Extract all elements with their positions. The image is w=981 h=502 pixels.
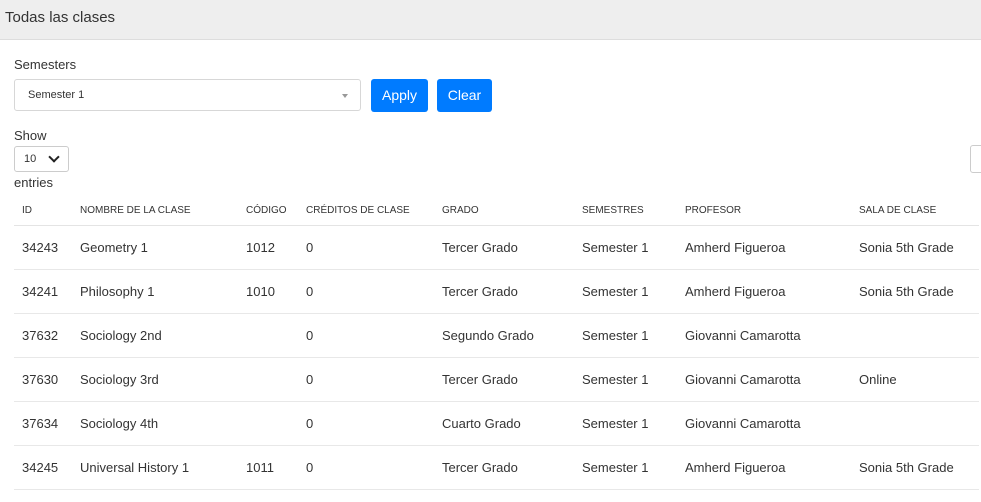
cell-grade: Segundo Grado — [434, 313, 574, 358]
column-header-teacher[interactable]: PROFESOR — [677, 196, 851, 226]
cell-room: Sonia 5th Grade — [851, 225, 979, 270]
page-title: Todas las clases — [5, 9, 116, 26]
cell-name: Sociology 4th — [72, 401, 238, 446]
cell-semester: Semester 1 — [574, 269, 677, 314]
table-row[interactable]: 34245 Universal History 1 1011 0 Tercer … — [14, 445, 979, 490]
cell-credits: 0 — [298, 357, 434, 402]
cell-id: 34243 — [14, 225, 72, 270]
table-row[interactable]: 34241 Philosophy 1 1010 0 Tercer Grado S… — [14, 269, 979, 314]
cell-semester: Semester 1 — [574, 401, 677, 446]
cell-code: 1010 — [238, 269, 298, 314]
semester-select[interactable]: Semester 1 — [14, 79, 361, 111]
table-row[interactable]: 37632 Sociology 2nd 0 Segundo Grado Seme… — [14, 313, 979, 358]
cell-room — [851, 313, 979, 358]
entries-label: entries — [14, 175, 54, 190]
cell-grade: Tercer Grado — [434, 445, 574, 490]
column-header-id[interactable]: ID — [14, 196, 72, 226]
cell-code — [238, 357, 298, 402]
cell-semester: Semester 1 — [574, 313, 677, 358]
cell-id: 37632 — [14, 313, 72, 358]
page-header: Todas las clases — [0, 0, 981, 40]
cell-teacher: Amherd Figueroa — [677, 445, 851, 490]
cell-teacher: Giovanni Camarotta — [677, 357, 851, 402]
cell-credits: 0 — [298, 445, 434, 490]
cell-name: Geometry 1 — [72, 225, 238, 270]
cell-name: Sociology 3rd — [72, 357, 238, 402]
show-label: Show — [14, 128, 47, 143]
cell-room — [851, 401, 979, 446]
cell-room: Online — [851, 357, 979, 402]
cell-semester: Semester 1 — [574, 445, 677, 490]
cell-credits: 0 — [298, 313, 434, 358]
column-header-code[interactable]: CÓDIGO — [238, 196, 298, 226]
cell-name: Sociology 2nd — [72, 313, 238, 358]
cell-code: 1012 — [238, 225, 298, 270]
cell-room: Sonia 5th Grade — [851, 269, 979, 314]
cell-teacher: Amherd Figueroa — [677, 269, 851, 314]
cell-credits: 0 — [298, 269, 434, 314]
entries-per-page-select[interactable]: 10 — [14, 146, 69, 172]
cell-grade: Tercer Grado — [434, 225, 574, 270]
apply-button[interactable]: Apply — [371, 79, 428, 112]
cell-code: 1011 — [238, 445, 298, 490]
table-header-row: ID NOMBRE DE LA CLASE CÓDIGO CRÉDITOS DE… — [14, 196, 979, 226]
search-input[interactable] — [970, 145, 981, 173]
cell-grade: Cuarto Grado — [434, 401, 574, 446]
clear-button[interactable]: Clear — [437, 79, 492, 112]
cell-credits: 0 — [298, 225, 434, 270]
semesters-label: Semesters — [14, 57, 77, 72]
cell-code — [238, 313, 298, 358]
cell-teacher: Amherd Figueroa — [677, 225, 851, 270]
semester-select-value: Semester 1 — [28, 89, 85, 101]
cell-teacher: Giovanni Camarotta — [677, 401, 851, 446]
cell-credits: 0 — [298, 401, 434, 446]
cell-semester: Semester 1 — [574, 357, 677, 402]
cell-grade: Tercer Grado — [434, 357, 574, 402]
cell-name: Universal History 1 — [72, 445, 238, 490]
column-header-credits[interactable]: CRÉDITOS DE CLASE — [298, 196, 434, 226]
column-header-grade[interactable]: GRADO — [434, 196, 574, 226]
cell-code — [238, 401, 298, 446]
column-header-room[interactable]: SALA DE CLASE — [851, 196, 979, 226]
table-row[interactable]: 34243 Geometry 1 1012 0 Tercer Grado Sem… — [14, 225, 979, 270]
cell-room: Sonia 5th Grade — [851, 445, 979, 490]
column-header-semester[interactable]: SEMESTRES — [574, 196, 677, 226]
cell-semester: Semester 1 — [574, 225, 677, 270]
cell-id: 34241 — [14, 269, 72, 314]
cell-id: 34245 — [14, 445, 72, 490]
cell-id: 37630 — [14, 357, 72, 402]
cell-teacher: Giovanni Camarotta — [677, 313, 851, 358]
cell-name: Philosophy 1 — [72, 269, 238, 314]
entries-select-value: 10 — [24, 153, 37, 165]
cell-grade: Tercer Grado — [434, 269, 574, 314]
table-row[interactable]: 37630 Sociology 3rd 0 Tercer Grado Semes… — [14, 357, 979, 402]
column-header-name[interactable]: NOMBRE DE LA CLASE — [72, 196, 238, 226]
caret-down-icon — [342, 94, 348, 98]
classes-table: ID NOMBRE DE LA CLASE CÓDIGO CRÉDITOS DE… — [14, 196, 979, 490]
classes-table-container: ID NOMBRE DE LA CLASE CÓDIGO CRÉDITOS DE… — [14, 196, 981, 490]
table-row[interactable]: 37634 Sociology 4th 0 Cuarto Grado Semes… — [14, 401, 979, 446]
cell-id: 37634 — [14, 401, 72, 446]
chevron-down-icon — [48, 151, 60, 163]
